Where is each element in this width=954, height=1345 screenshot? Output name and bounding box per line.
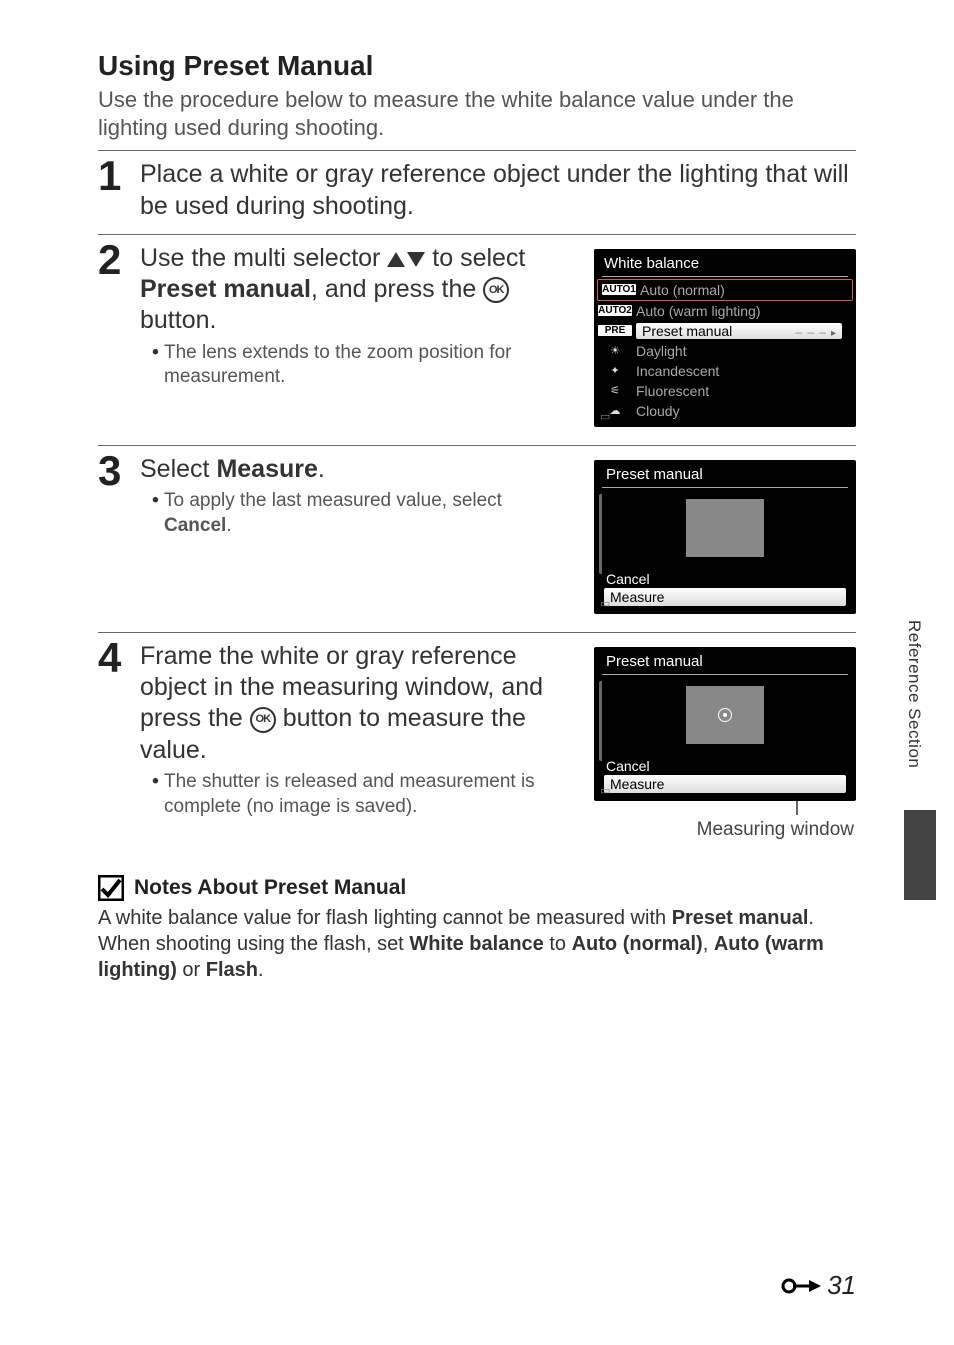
step-3-head: Select Measure. (140, 454, 574, 485)
wb-row-cloudy: ☁ Cloudy (594, 401, 856, 421)
text-bold: White balance (409, 933, 543, 955)
step-2-head: Use the multi selector to select Preset … (140, 243, 574, 337)
step-3-bullet: To apply the last measured value, select… (164, 489, 574, 538)
cancel-option: Cancel (604, 757, 846, 775)
auto2-icon: AUTO2 (598, 305, 632, 316)
preset-manual-screen-2: Preset manual Cancel Measure ▭ (594, 647, 856, 801)
ok-button-icon: OK (483, 277, 509, 303)
white-balance-screen: White balance AUTO1 Auto (normal) AUTO2 … (594, 249, 856, 427)
divider (98, 150, 856, 151)
wb-row-daylight: ☀ Daylight (594, 341, 856, 361)
step-number: 3 (98, 454, 126, 539)
section-title: Using Preset Manual (98, 50, 856, 82)
text: . (226, 515, 231, 536)
wb-row-auto2: AUTO2 Auto (warm lighting) (594, 301, 856, 321)
divider (98, 445, 856, 446)
step-1: 1 Place a white or gray reference object… (98, 159, 856, 222)
wb-label-selected: Preset manual – – – ▸ (636, 323, 842, 339)
up-triangle-icon (387, 252, 405, 267)
text-bold: Preset manual (672, 907, 809, 929)
callout-title: Notes About Preset Manual (134, 876, 406, 900)
text-bold: Preset manual (140, 275, 311, 303)
wb-row-fluorescent: ⚟ Fluorescent (594, 381, 856, 401)
arrow-right-icon: ▸ (831, 328, 836, 339)
divider (98, 632, 856, 633)
text-bold: Auto (normal) (572, 933, 703, 955)
step-number: 2 (98, 243, 126, 390)
auto1-icon: AUTO1 (602, 284, 636, 295)
step-number: 4 (98, 641, 126, 819)
menu-icon: ▭ (600, 410, 610, 423)
wb-label: Auto (normal) (640, 282, 848, 298)
notes-callout: Notes About Preset Manual A white balanc… (98, 875, 856, 983)
pre-icon: PRE (598, 325, 632, 336)
measuring-window-caption: Measuring window (594, 819, 856, 841)
text: . (258, 959, 264, 981)
wb-label: Incandescent (636, 363, 852, 379)
page-footer: 31 (781, 1270, 856, 1301)
dash-icon: – – – (795, 325, 827, 339)
fluorescent-icon: ⚟ (598, 384, 632, 397)
preset-manual-screen-1: Preset manual Cancel Measure ▭ (594, 460, 856, 614)
text: Use the multi selector (140, 244, 387, 272)
preview-area (594, 675, 856, 755)
text: Preset manual (642, 323, 732, 339)
step-number: 1 (98, 159, 126, 222)
preview-area (594, 488, 856, 568)
text: To apply the last measured value, select (164, 490, 502, 511)
bulb-icon: ✦ (598, 364, 632, 377)
wb-row-preset-selected: PRE Preset manual – – – ▸ (594, 321, 856, 341)
cancel-option: Cancel (604, 570, 846, 588)
text-bold: Measure (216, 455, 317, 483)
screen-title: White balance (594, 253, 856, 276)
step-1-head: Place a white or gray reference object u… (140, 159, 856, 222)
menu-icon: ▭ (600, 597, 610, 610)
page-number: 31 (827, 1270, 856, 1301)
step-4-bullet: The shutter is released and measurement … (164, 770, 574, 819)
wb-label: Daylight (636, 343, 852, 359)
text: . (318, 455, 325, 483)
step-4-head: Frame the white or gray reference object… (140, 641, 574, 766)
screen-title: Preset manual (594, 651, 856, 674)
wb-label: Fluorescent (636, 383, 852, 399)
text: , and press the (311, 275, 483, 303)
wb-label: Cloudy (636, 403, 852, 419)
note-check-icon (98, 875, 124, 901)
text-bold: Flash (206, 959, 258, 981)
target-icon (718, 708, 732, 722)
measure-option-selected: Measure (604, 775, 846, 793)
text: to (544, 933, 572, 955)
gray-preview-box (686, 499, 764, 557)
measure-option-selected: Measure (604, 588, 846, 606)
text: , (703, 933, 714, 955)
wb-row-auto1: AUTO1 Auto (normal) (597, 279, 853, 301)
step-3: 3 Select Measure. To apply the last meas… (98, 454, 574, 539)
step-2-bullet: The lens extends to the zoom position fo… (164, 341, 574, 390)
text-bold: Cancel (164, 515, 226, 536)
text: button. (140, 306, 216, 334)
intro-text: Use the procedure below to measure the w… (98, 86, 856, 142)
sun-icon: ☀ (598, 344, 632, 357)
text: or (177, 959, 206, 981)
text: A white balance value for flash lighting… (98, 907, 672, 929)
wb-row-incandescent: ✦ Incandescent (594, 361, 856, 381)
text: to select (425, 244, 525, 272)
reference-link-icon (781, 1275, 823, 1297)
side-tab (904, 810, 936, 900)
wb-label: Auto (warm lighting) (636, 303, 852, 319)
ok-button-icon: OK (250, 707, 276, 733)
menu-icon: ▭ (600, 784, 610, 797)
step-2: 2 Use the multi selector to select Prese… (98, 243, 574, 390)
step-4: 4 Frame the white or gray reference obje… (98, 641, 574, 819)
side-section-label: Reference Section (904, 620, 924, 768)
callout-body: A white balance value for flash lighting… (98, 905, 856, 983)
screen-title: Preset manual (594, 464, 856, 487)
divider (98, 234, 856, 235)
down-triangle-icon (407, 252, 425, 267)
text: Select (140, 455, 216, 483)
